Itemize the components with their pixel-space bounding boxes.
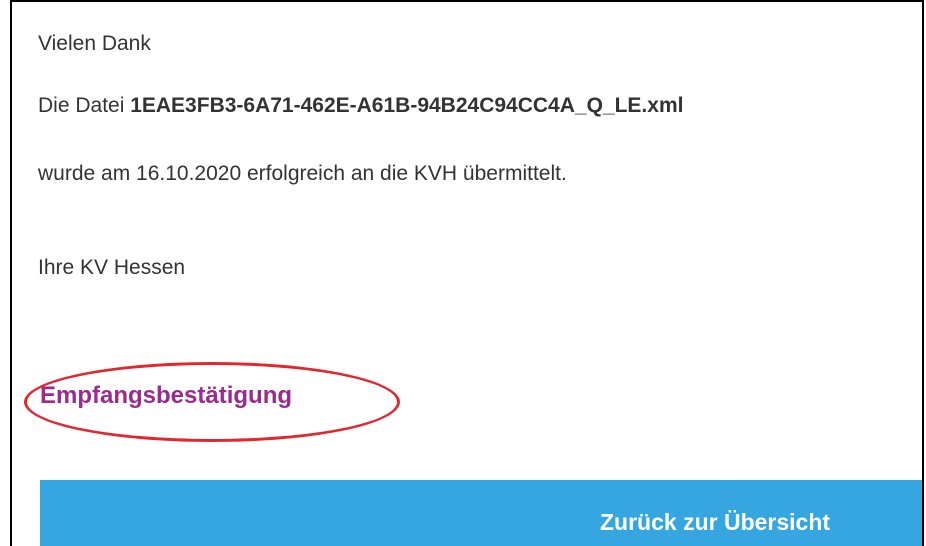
receipt-confirmation-link[interactable]: Empfangsbestätigung [40,382,292,410]
signature-text: Ihre KV Hessen [38,256,186,279]
confirmation-panel: Vielen Dank Die Datei 1EAE3FB3-6A71-462E… [10,0,924,546]
back-to-overview-button[interactable]: Zurück zur Übersicht [40,480,922,546]
file-info-line: Die Datei 1EAE3FB3-6A71-462E-A61B-94B24C… [38,94,683,118]
transmission-status-text: wurde am 16.10.2020 erfolgreich an die K… [38,162,567,185]
file-prefix-text: Die Datei [38,94,131,117]
thanks-text: Vielen Dank [38,32,151,55]
file-name: 1EAE3FB3-6A71-462E-A61B-94B24C94CC4A_Q_L… [130,94,684,117]
back-to-overview-label: Zurück zur Übersicht [600,509,831,535]
